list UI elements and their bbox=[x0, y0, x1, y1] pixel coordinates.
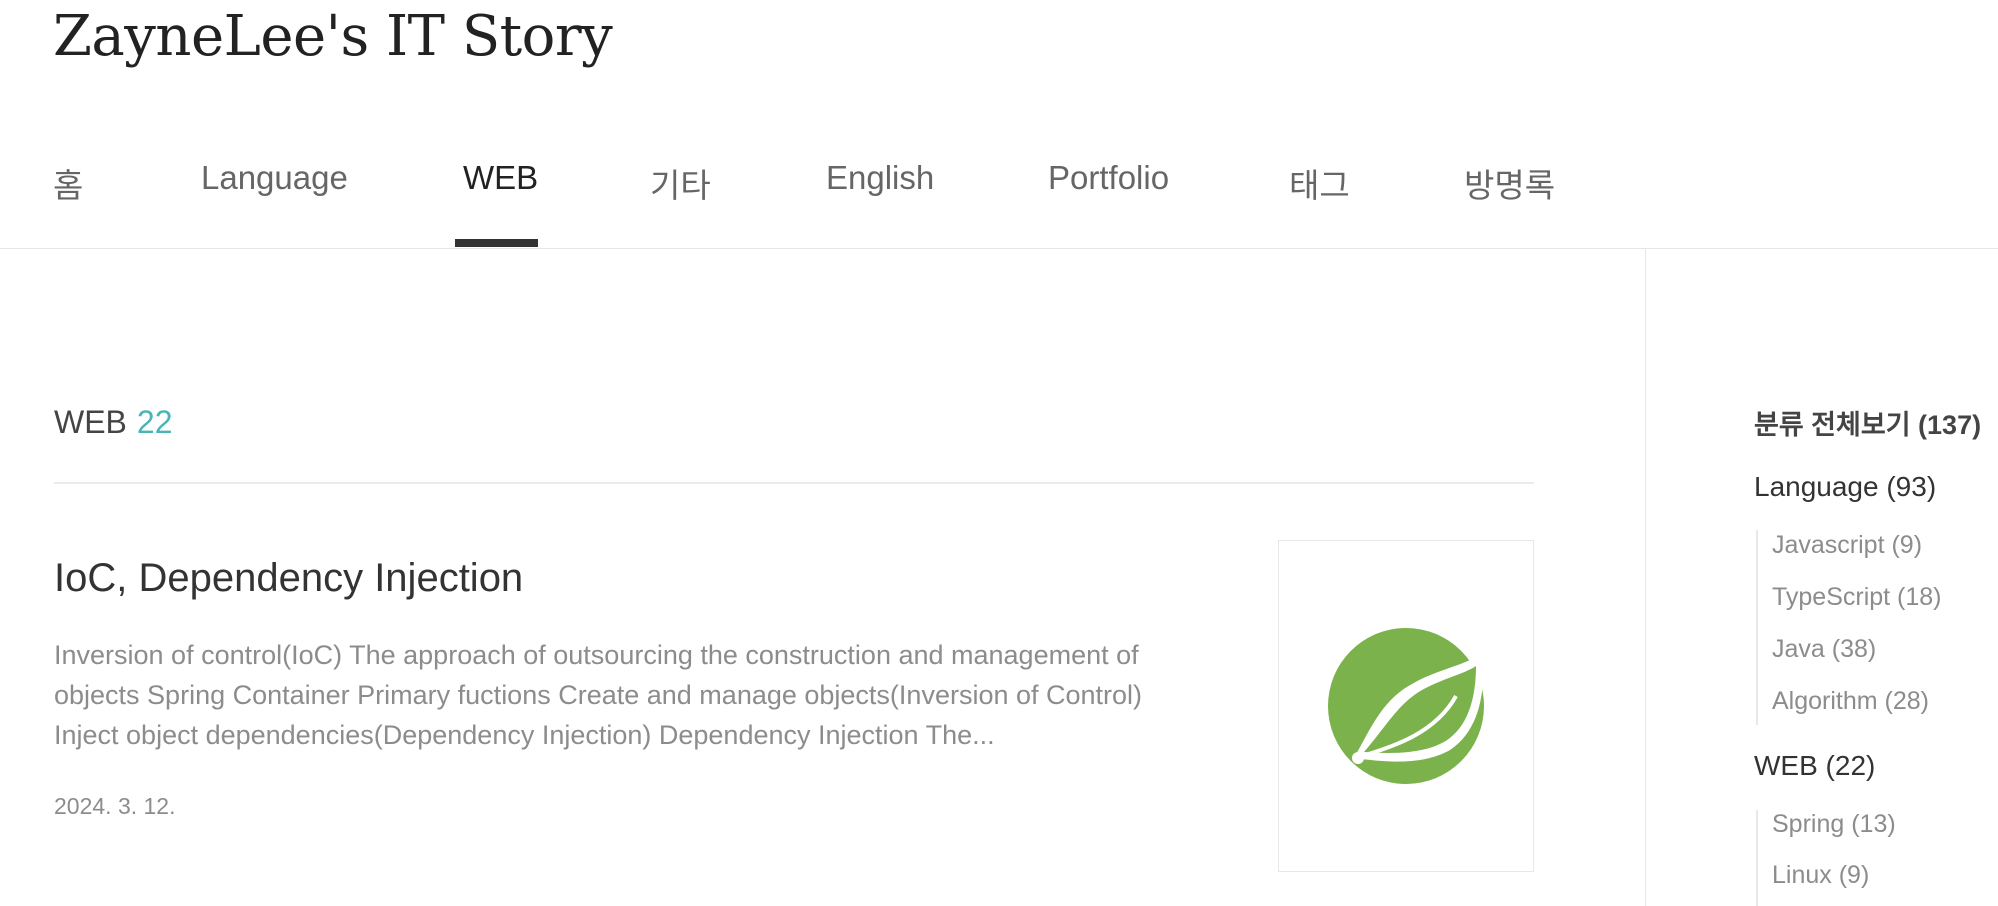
category-heading: WEB 22 bbox=[54, 404, 172, 441]
nav-active-indicator bbox=[455, 239, 538, 247]
sidebar-item-algorithm[interactable]: Algorithm (28) bbox=[1772, 687, 1929, 716]
nav-item-language[interactable]: Language bbox=[201, 159, 348, 197]
main-nav: 홈 Language WEB 기타 English Portfolio 태그 방… bbox=[0, 145, 1998, 249]
sidebar-all-categories[interactable]: 분류 전체보기 (137) bbox=[1754, 403, 1981, 442]
nav-item-guestbook[interactable]: 방명록 bbox=[1464, 159, 1555, 207]
spring-leaf-icon bbox=[1328, 628, 1484, 784]
sidebar-subtree-line bbox=[1756, 530, 1758, 725]
post-excerpt[interactable]: Inversion of control(IoC) The approach o… bbox=[54, 635, 1184, 755]
site-title[interactable]: ZayneLee's IT Story bbox=[53, 4, 613, 69]
sidebar-item-language[interactable]: Language (93) bbox=[1754, 471, 1936, 503]
content-divider bbox=[54, 482, 1534, 484]
nav-item-web[interactable]: WEB bbox=[463, 159, 538, 197]
nav-item-home[interactable]: 홈 bbox=[53, 159, 83, 207]
nav-item-portfolio[interactable]: Portfolio bbox=[1048, 159, 1169, 197]
post-title[interactable]: IoC, Dependency Injection bbox=[54, 556, 523, 601]
nav-divider bbox=[0, 248, 1998, 249]
sidebar-subtree-line bbox=[1756, 810, 1758, 906]
sidebar-item-web[interactable]: WEB (22) bbox=[1754, 750, 1875, 782]
category-name: WEB bbox=[54, 404, 127, 440]
sidebar-item-typescript[interactable]: TypeScript (18) bbox=[1772, 583, 1942, 612]
sidebar-divider bbox=[1645, 249, 1646, 906]
category-count: 22 bbox=[136, 404, 173, 440]
sidebar-item-javascript[interactable]: Javascript (9) bbox=[1772, 531, 1922, 560]
nav-item-english[interactable]: English bbox=[826, 159, 934, 197]
post-thumbnail[interactable] bbox=[1278, 540, 1534, 872]
nav-item-etc[interactable]: 기타 bbox=[650, 159, 711, 207]
sidebar-item-linux[interactable]: Linux (9) bbox=[1772, 861, 1869, 890]
sidebar-item-java[interactable]: Java (38) bbox=[1772, 635, 1876, 664]
sidebar-item-spring[interactable]: Spring (13) bbox=[1772, 810, 1896, 839]
post-date: 2024. 3. 12. bbox=[54, 793, 176, 819]
nav-item-tag[interactable]: 태그 bbox=[1289, 159, 1350, 207]
